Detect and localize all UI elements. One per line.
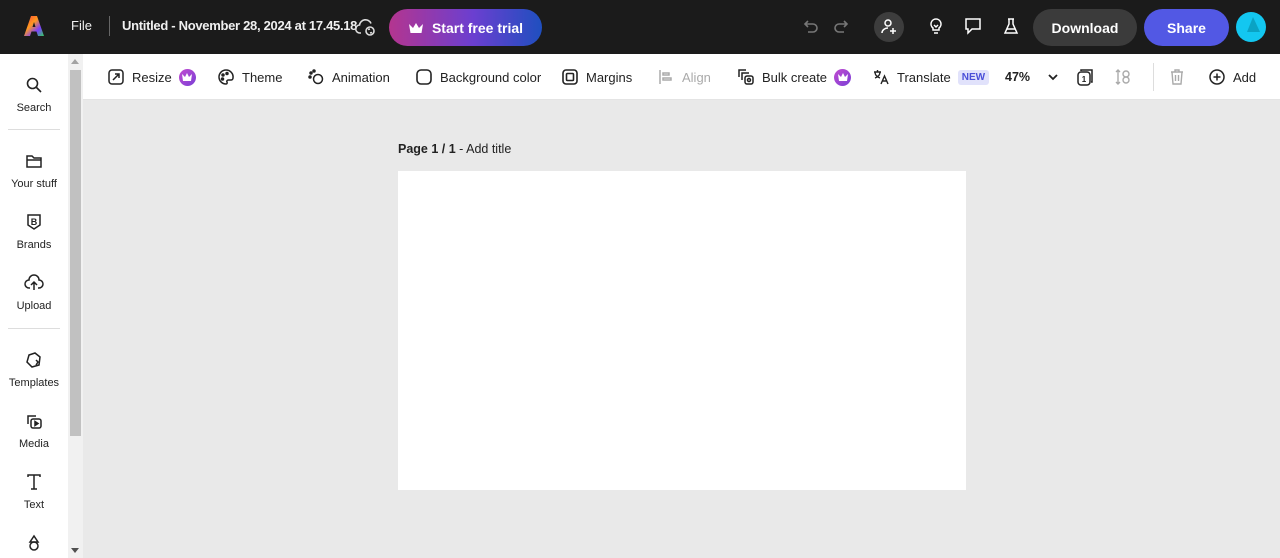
left-rail: Search Your stuff B Brands Upload Templa… xyxy=(0,54,68,558)
rail-item-media[interactable]: Media xyxy=(0,410,68,450)
pages-icon: 1 xyxy=(1077,69,1093,86)
page-number: Page 1 / 1 xyxy=(398,142,456,156)
background-color-button[interactable]: Background color xyxy=(415,66,541,88)
invite-user-icon xyxy=(881,19,896,34)
align-label: Align xyxy=(682,69,711,85)
top-bar: File Untitled - November 28, 2024 at 17.… xyxy=(0,0,1280,54)
search-icon xyxy=(23,74,45,96)
media-icon xyxy=(23,410,45,432)
rail-divider xyxy=(8,328,60,329)
scroll-up-arrow[interactable] xyxy=(71,59,79,64)
add-title-link[interactable]: Add title xyxy=(466,142,511,156)
margins-label: Margins xyxy=(586,69,633,85)
premium-crown-icon xyxy=(178,68,196,86)
palette-icon xyxy=(218,69,234,85)
divider xyxy=(109,16,110,36)
rail-label: Media xyxy=(19,438,49,450)
text-icon xyxy=(23,471,45,493)
animation-button[interactable]: Animation xyxy=(307,66,390,88)
elements-icon xyxy=(23,532,45,554)
resize-button[interactable]: Resize xyxy=(107,66,196,88)
scrollbar-thumb[interactable] xyxy=(70,70,81,436)
translate-label: Translate xyxy=(897,69,951,85)
bulk-create-button[interactable]: Bulk create xyxy=(737,66,852,88)
pages-button[interactable]: 1 xyxy=(1076,66,1094,88)
adobe-express-logo[interactable] xyxy=(22,14,46,38)
comment-icon[interactable] xyxy=(961,14,985,38)
rail-label: Upload xyxy=(16,300,52,312)
svg-text:1: 1 xyxy=(1082,75,1087,84)
download-button[interactable]: Download xyxy=(1033,9,1137,46)
document-title[interactable]: Untitled - November 28, 2024 at 17.45.18 xyxy=(122,18,357,33)
rail-item-search[interactable]: Search xyxy=(0,74,68,114)
toolbar-divider xyxy=(1153,63,1154,91)
share-button[interactable]: Share xyxy=(1144,9,1229,46)
bulk-create-icon xyxy=(738,69,754,85)
translate-icon xyxy=(874,70,889,85)
bulk-create-label: Bulk create xyxy=(762,69,828,85)
reorder-pages-button[interactable] xyxy=(1114,66,1132,88)
resize-icon xyxy=(108,69,124,85)
rail-item-text[interactable]: Text xyxy=(0,471,68,511)
delete-page-button[interactable] xyxy=(1168,66,1186,88)
invite-user-button[interactable] xyxy=(874,12,904,42)
redo-icon[interactable] xyxy=(830,14,854,38)
margins-icon xyxy=(562,69,578,85)
background-color-icon xyxy=(416,69,432,85)
scroll-down-arrow[interactable] xyxy=(71,548,79,553)
align-button[interactable]: Align xyxy=(657,66,711,88)
undo-icon[interactable] xyxy=(798,14,822,38)
cloud-sync-icon[interactable] xyxy=(354,15,378,39)
theme-button[interactable]: Theme xyxy=(217,66,282,88)
add-circle-icon xyxy=(1209,69,1225,85)
rail-item-templates[interactable]: Templates xyxy=(0,349,68,389)
animation-icon xyxy=(308,69,324,85)
background-color-label: Background color xyxy=(440,69,542,85)
zoom-level-value: 47% xyxy=(1005,70,1031,84)
translate-button[interactable]: Translate NEW xyxy=(872,66,990,88)
resize-label: Resize xyxy=(132,69,172,85)
lightbulb-icon[interactable] xyxy=(924,14,948,38)
rail-item-your-stuff[interactable]: Your stuff xyxy=(0,150,68,190)
rail-label: Brands xyxy=(16,239,52,251)
rail-label: Your stuff xyxy=(11,178,57,190)
avatar[interactable] xyxy=(1236,12,1266,42)
rail-item-brands[interactable]: B Brands xyxy=(0,211,68,251)
align-icon xyxy=(659,70,672,84)
folder-icon xyxy=(23,150,45,172)
editor-toolbar: Resize Theme Animation Background color … xyxy=(83,54,1280,100)
flask-icon[interactable] xyxy=(999,14,1023,38)
templates-icon xyxy=(23,349,45,371)
rail-label: Search xyxy=(16,102,52,114)
premium-crown-icon xyxy=(834,68,852,86)
rail-label: Templates xyxy=(8,377,60,389)
upload-icon xyxy=(23,272,45,294)
page-label-separator: - xyxy=(455,142,467,156)
crown-icon xyxy=(408,22,423,33)
page-label: Page 1 / 1 - Add title xyxy=(398,142,511,156)
start-free-trial-label: Start free trial xyxy=(431,19,524,36)
brand-icon: B xyxy=(23,211,45,233)
chevron-down-icon xyxy=(1048,74,1058,81)
add-page-button[interactable]: Add xyxy=(1208,66,1256,88)
file-menu[interactable]: File xyxy=(71,18,92,33)
start-free-trial-button[interactable]: Start free trial xyxy=(389,9,542,46)
rail-item-elements[interactable] xyxy=(0,532,68,554)
rail-divider xyxy=(8,129,60,130)
theme-label: Theme xyxy=(242,69,283,85)
rail-scrollbar[interactable] xyxy=(68,54,83,558)
margins-button[interactable]: Margins xyxy=(561,66,632,88)
reorder-icon xyxy=(1115,69,1130,85)
svg-text:B: B xyxy=(31,217,38,227)
rail-label: Text xyxy=(23,499,45,511)
design-page-canvas[interactable] xyxy=(398,171,966,490)
rail-item-upload[interactable]: Upload xyxy=(0,272,68,312)
animation-label: Animation xyxy=(332,69,390,85)
add-label: Add xyxy=(1233,69,1257,85)
zoom-level-dropdown[interactable]: 47% xyxy=(1005,66,1059,88)
new-badge: NEW xyxy=(957,69,990,85)
trash-icon xyxy=(1171,69,1183,85)
